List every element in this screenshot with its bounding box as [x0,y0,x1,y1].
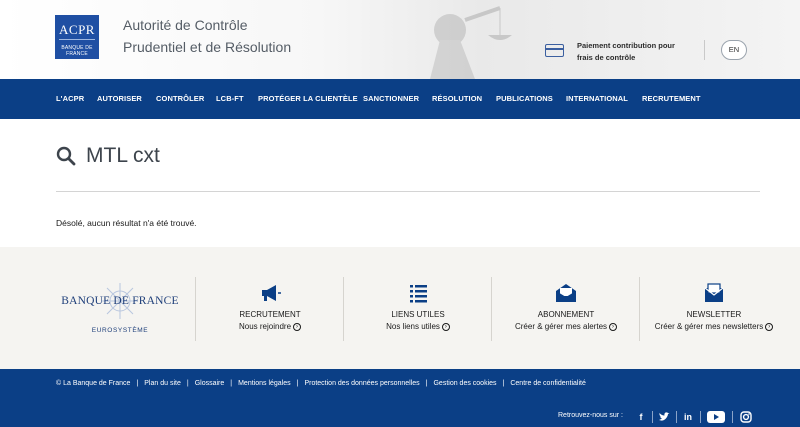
link-separator: | [186,380,189,387]
footer-col-link[interactable]: Nos liens utiles › [344,322,492,331]
search-icon[interactable] [56,146,76,166]
megaphone-icon [262,285,281,301]
linkedin-icon[interactable]: in [680,409,696,425]
envelope-open-icon [556,284,576,302]
footer-col-link[interactable]: Créer & gérer mes newsletters › [640,322,788,331]
checklist-icon [410,285,427,303]
footer-bottom: © La Banque de France | Plan du site | Gloss… [0,369,800,427]
search-bar[interactable]: MTL cxt [56,140,760,192]
footer-col-liens-utiles[interactable]: LIENS UTILES Nos liens utiles › [344,277,492,341]
data-protection-link[interactable]: Protection des données personnelles [304,380,419,387]
footer-col-title: RECRUTEMENT [239,310,301,319]
footer-col-link-text: Nous rejoindre [238,322,292,331]
newsletter-icon [704,283,724,302]
cookies-link[interactable]: Gestion des cookies [433,380,496,387]
link-separator: | [296,380,299,387]
logo-divider [59,39,95,40]
language-switch-button[interactable]: EN [721,40,747,60]
footer-col-newsletter[interactable]: NEWSLETTER Créer & gérer mes newsletters… [640,277,788,341]
glossary-link[interactable]: Glossaire [195,380,225,387]
acpr-logo[interactable]: ACPR BANQUE DE FRANCE [55,15,99,59]
nav-item-international[interactable]: INTERNATIONAL [566,79,628,119]
search-query[interactable]: MTL cxt [86,144,160,168]
nav-item-resolution[interactable]: RÉSOLUTION [432,79,482,119]
youtube-icon[interactable] [706,409,726,425]
twitter-icon[interactable] [656,409,672,425]
nav-item-acpr[interactable]: L'ACPR [56,79,84,119]
footer-links-panel: BANQUE DE FRANCE EUROSYSTÈME RECRUTEMENT… [0,247,800,369]
nav-item-autoriser[interactable]: AUTORISER [97,79,142,119]
footer-col-link[interactable]: Nous rejoindre › [196,322,344,331]
main-nav: L'ACPR AUTORISER CONTRÔLER LCB-FT PROTÉG… [0,79,800,119]
link-separator: | [425,380,428,387]
payment-line2: frais de contrôle [577,53,636,62]
footer-col-recrutement[interactable]: RECRUTEMENT Nous rejoindre › [196,277,344,341]
link-separator: | [502,380,505,387]
chevron-right-icon: › [293,322,302,331]
site-title-line1: Autorité de Contrôle [123,17,248,33]
payment-link[interactable]: Paiement contribution pour frais de cont… [545,40,695,64]
chevron-right-icon: › [765,322,774,331]
footer-col-title: ABONNEMENT [537,310,595,319]
nav-item-sanctionner[interactable]: SANCTIONNER [363,79,419,119]
follow-label: Retrouvez-nous sur : [558,412,623,419]
header-divider [704,40,705,60]
footer-col-link-text: Nos liens utiles [386,322,440,331]
nav-item-recrutement[interactable]: RECRUTEMENT [642,79,701,119]
copyright-link[interactable]: © La Banque de France [56,380,130,387]
chevron-right-icon: › [609,322,618,331]
privacy-center-link[interactable]: Centre de confidentialité [510,380,586,387]
legal-notice-link[interactable]: Mentions légales [238,380,291,387]
legal-links: © La Banque de France | Plan du site | Gloss… [56,380,586,387]
bdf-name: BANQUE DE FRANCE [61,295,179,307]
logo-bdf-text: BANQUE DE FRANCE [61,45,93,57]
footer-col-link-text: Créer & gérer mes alertes [514,322,608,331]
social-separator [700,411,701,423]
link-separator: | [230,380,233,387]
footer-col-title: LIENS UTILES [391,310,445,319]
payment-line1: Paiement contribution pour [577,41,675,50]
bdf-subtitle: EUROSYSTÈME [91,327,149,334]
facebook-icon[interactable]: f [633,409,649,425]
credit-card-icon [545,44,564,57]
nav-item-controler[interactable]: CONTRÔLER [156,79,204,119]
site-title-line2: Prudentiel et de Résolution [123,39,292,55]
social-separator [676,411,677,423]
footer-col-link-text: Créer & gérer mes newsletters [654,322,764,331]
nav-item-proteger[interactable]: PROTÉGER LA CLIENTÈLE [258,79,358,119]
payment-link-text: Paiement contribution pour frais de cont… [577,40,695,64]
link-separator: | [136,380,139,387]
banque-de-france-logo[interactable]: BANQUE DE FRANCE EUROSYSTÈME [60,281,180,337]
social-separator [652,411,653,423]
site-header: ACPR BANQUE DE FRANCE Autorité de Contrô… [0,0,800,79]
footer-col-abonnement[interactable]: ABONNEMENT Créer & gérer mes alertes › [492,277,640,341]
nav-item-lcb-ft[interactable]: LCB-FT [216,79,244,119]
sitemap-link[interactable]: Plan du site [144,380,181,387]
nav-item-publications[interactable]: PUBLICATIONS [496,79,553,119]
no-result-message: Désolé, aucun résultat n'a été trouvé. [56,218,197,228]
chevron-right-icon: › [441,322,450,331]
instagram-icon[interactable] [738,409,754,425]
footer-col-link[interactable]: Créer & gérer mes alertes › [492,322,640,331]
site-title: Autorité de Contrôle Prudentiel et de Ré… [123,14,291,58]
social-separator [732,411,733,423]
footer-col-title: NEWSLETTER [686,310,742,319]
logo-acpr-text: ACPR [59,22,95,37]
